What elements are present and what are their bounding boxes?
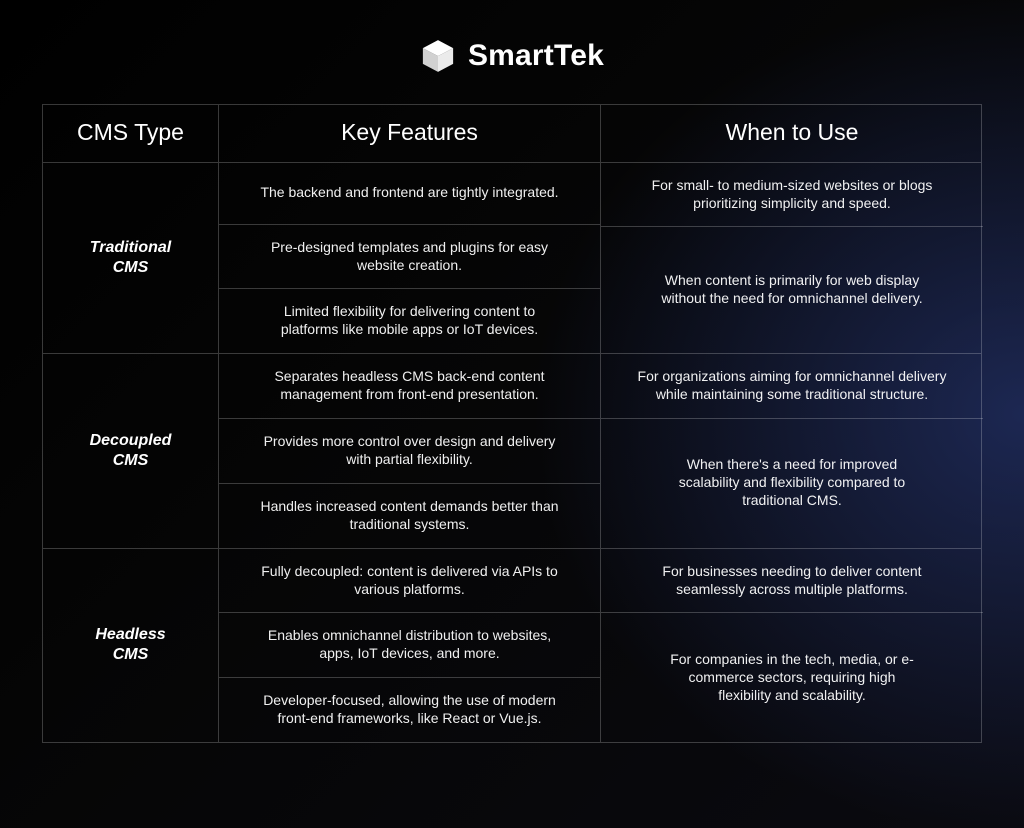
feature-cell: Limited flexibility for delivering conte… bbox=[219, 289, 600, 353]
table-header-row: CMS Type Key Features When to Use bbox=[43, 105, 981, 163]
header-key-features: Key Features bbox=[219, 105, 601, 162]
when-cell-span: For companies in the tech, media, or e-c… bbox=[601, 613, 983, 742]
row-label: Decoupled CMS bbox=[43, 354, 219, 547]
page-canvas: SmartTek CMS Type Key Features When to U… bbox=[0, 0, 1024, 828]
feature-cell: Enables omnichannel distribution to webs… bbox=[219, 613, 600, 678]
brand-name: SmartTek bbox=[468, 39, 604, 73]
brand-header: SmartTek bbox=[0, 0, 1024, 104]
row-traditional-cms: Traditional CMS The backend and frontend… bbox=[43, 163, 981, 355]
features-col: The backend and frontend are tightly int… bbox=[219, 163, 601, 354]
features-col: Separates headless CMS back-end content … bbox=[219, 354, 601, 547]
feature-cell: Developer-focused, allowing the use of m… bbox=[219, 678, 600, 742]
when-cell: For organizations aiming for omnichannel… bbox=[601, 354, 983, 419]
feature-cell: Fully decoupled: content is delivered vi… bbox=[219, 549, 600, 614]
cube-logo-icon bbox=[420, 38, 456, 74]
when-col: For organizations aiming for omnichannel… bbox=[601, 354, 983, 547]
feature-cell: Handles increased content demands better… bbox=[219, 484, 600, 548]
row-label: Headless CMS bbox=[43, 549, 219, 742]
feature-cell: The backend and frontend are tightly int… bbox=[219, 163, 600, 225]
when-cell: For small- to medium-sized websites or b… bbox=[601, 163, 983, 228]
when-col: For small- to medium-sized websites or b… bbox=[601, 163, 983, 354]
when-col: For businesses needing to deliver conten… bbox=[601, 549, 983, 742]
when-cell-span: When content is primarily for web displa… bbox=[601, 227, 983, 353]
feature-cell: Separates headless CMS back-end content … bbox=[219, 354, 600, 419]
row-headless-cms: Headless CMS Fully decoupled: content is… bbox=[43, 549, 981, 742]
header-when-to-use: When to Use bbox=[601, 105, 983, 162]
when-cell-span: When there's a need for improved scalabi… bbox=[601, 419, 983, 548]
row-decoupled-cms: Decoupled CMS Separates headless CMS bac… bbox=[43, 354, 981, 548]
when-cell: For businesses needing to deliver conten… bbox=[601, 549, 983, 614]
feature-cell: Pre-designed templates and plugins for e… bbox=[219, 225, 600, 290]
feature-cell: Provides more control over design and de… bbox=[219, 419, 600, 484]
row-label: Traditional CMS bbox=[43, 163, 219, 354]
header-cms-type: CMS Type bbox=[43, 105, 219, 162]
features-col: Fully decoupled: content is delivered vi… bbox=[219, 549, 601, 742]
cms-comparison-table: CMS Type Key Features When to Use Tradit… bbox=[42, 104, 982, 743]
